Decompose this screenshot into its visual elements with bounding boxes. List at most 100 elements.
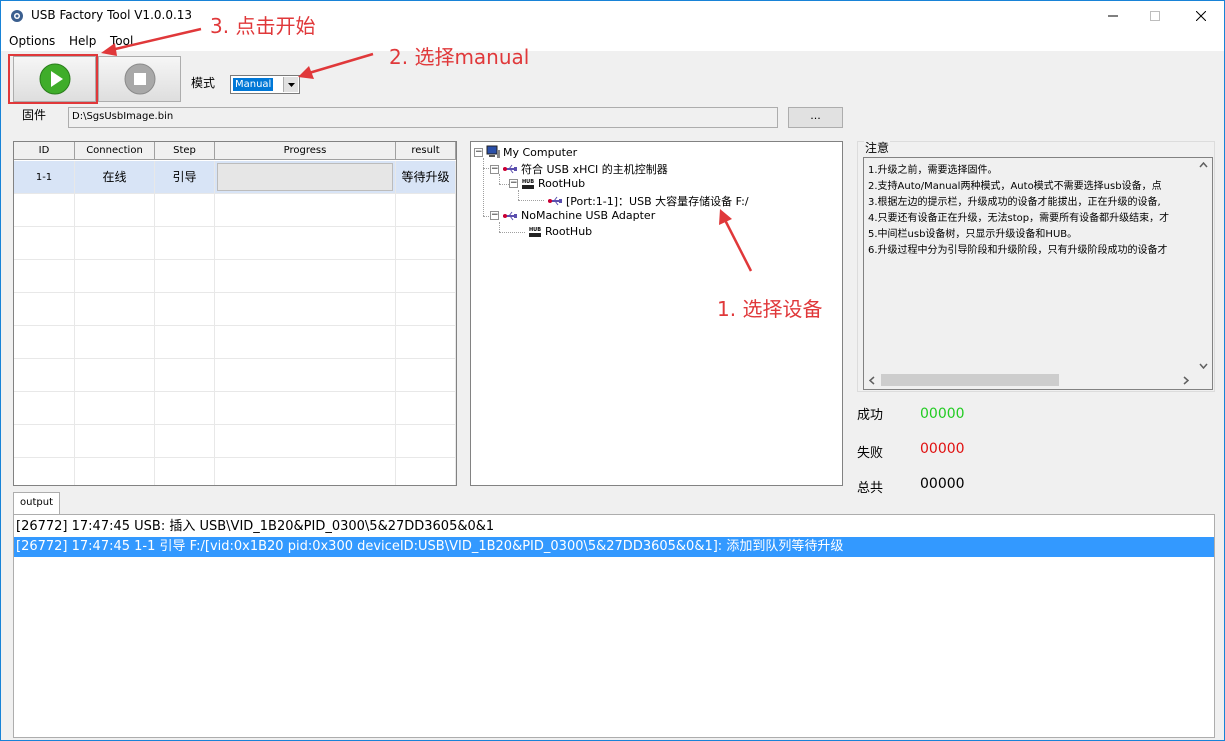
tree-node-controller-xhci[interactable]: − 符合 USB xHCI 的主机控制器 (490, 161, 668, 177)
close-button[interactable] (1178, 1, 1224, 31)
menu-tool[interactable]: Tool (110, 34, 133, 48)
column-header-step[interactable]: Step (155, 142, 215, 160)
note-line: 5.中间栏usb设备树，只显示升级设备和HUB。 (868, 229, 1078, 240)
start-highlight-box (8, 54, 98, 104)
firmware-path-field[interactable]: D:\SgsUsbImage.bin (68, 107, 778, 128)
cell-connection: 在线 (75, 161, 155, 194)
note-line: 4.只要还有设备正在升级，无法stop，需要所有设备都升级结束，才 (868, 213, 1170, 224)
mode-label: 模式 (191, 76, 216, 90)
notes-title: 注意 (864, 139, 891, 156)
column-header-progress[interactable]: Progress (215, 142, 396, 160)
note-line: 1.升级之前，需要选择固件。 (868, 165, 998, 176)
table-row (14, 227, 456, 260)
success-label: 成功 (857, 408, 884, 423)
fail-count: 00000 (920, 441, 965, 457)
collapse-toggle[interactable]: − (509, 179, 518, 188)
cell-result: 等待升级 (396, 161, 456, 194)
usb-icon (503, 211, 517, 220)
cell-progress (215, 161, 396, 194)
tree-label: NoMachine USB Adapter (521, 209, 656, 222)
menu-bar: Options Help Tool (1, 31, 1224, 51)
usb-icon (503, 164, 517, 174)
hub-icon: HUB (529, 227, 541, 237)
scroll-thumb[interactable] (881, 374, 1059, 386)
maximize-icon (1150, 11, 1160, 21)
table-row (14, 425, 456, 458)
cell-id: 1-1 (14, 161, 75, 194)
window-title: USB Factory Tool V1.0.0.13 (31, 8, 193, 22)
app-icon (11, 10, 23, 22)
svg-text:HUB: HUB (529, 227, 541, 233)
table-row (14, 458, 456, 485)
table-header: ID Connection Step Progress result (14, 142, 456, 160)
mode-select[interactable]: Manual (230, 75, 300, 94)
menu-options[interactable]: Options (9, 34, 55, 48)
annotation-step2: 2. 选择manual (389, 45, 530, 69)
menu-help[interactable]: Help (69, 34, 96, 48)
collapse-toggle[interactable]: − (474, 147, 483, 157)
tree-node-roothub-2[interactable]: HUB RootHub (528, 225, 592, 238)
computer-icon (486, 145, 500, 158)
column-header-connection[interactable]: Connection (75, 142, 155, 160)
annotation-step3: 3. 点击开始 (210, 14, 316, 38)
mode-dropdown-button[interactable] (283, 77, 298, 92)
mode-select-value: Manual (233, 78, 274, 91)
dropdown-arrow-icon (287, 82, 295, 87)
device-table: ID Connection Step Progress result 1-1 在… (13, 141, 457, 486)
fail-label: 失败 (857, 446, 884, 461)
table-row (14, 260, 456, 293)
cell-step: 引导 (155, 161, 215, 194)
tree-label: 符合 USB xHCI 的主机控制器 (521, 163, 668, 176)
table-row (14, 326, 456, 359)
table-row (14, 392, 456, 425)
tree-node-nomachine-adapter[interactable]: − NoMachine USB Adapter (490, 209, 655, 222)
notes-vertical-scrollbar[interactable] (1195, 158, 1212, 373)
close-icon (1196, 11, 1206, 21)
browse-button[interactable]: ... (788, 107, 843, 128)
tree-label: RootHub (545, 225, 593, 238)
table-row (14, 194, 456, 227)
output-log[interactable]: [26772] 17:47:45 USB: 插入 USB\VID_1B20&PI… (13, 514, 1215, 738)
note-line: 3.根据左边的提示栏，升级成功的设备才能拔出，正在升级的设备, (868, 197, 1161, 208)
stop-icon (124, 63, 155, 95)
tab-output[interactable]: output (13, 492, 60, 514)
toolbar (1, 51, 1224, 103)
table-row (14, 359, 456, 392)
maximize-button[interactable] (1132, 1, 1178, 31)
table-row (14, 293, 456, 326)
scroll-right-icon[interactable] (1183, 376, 1189, 385)
title-bar: USB Factory Tool V1.0.0.13 (1, 1, 1224, 31)
annotation-step1: 1. 选择设备 (717, 297, 823, 321)
usb-icon (548, 196, 562, 206)
scroll-up-icon[interactable] (1199, 162, 1208, 168)
note-line: 6.升级过程中分为引导阶段和升级阶段，只有升级阶段成功的设备才 (868, 245, 1168, 256)
tree-node-roothub-1[interactable]: − HUB RootHub (509, 177, 585, 190)
tree-label: [Port:1-1]：USB 大容量存储设备 F:/ (566, 195, 749, 208)
log-line[interactable]: [26772] 17:47:45 USB: 插入 USB\VID_1B20&PI… (14, 517, 1214, 537)
tree-node-usb-storage-device[interactable]: [Port:1-1]：USB 大容量存储设备 F:/ (547, 193, 749, 209)
success-count: 00000 (920, 406, 965, 422)
progress-bar (217, 163, 393, 191)
scroll-left-icon[interactable] (869, 376, 875, 385)
notes-horizontal-scrollbar[interactable] (864, 372, 1212, 389)
hub-icon: HUB (522, 179, 534, 189)
tree-node-my-computer[interactable]: − My Computer (474, 145, 577, 159)
stop-button[interactable] (98, 56, 181, 102)
total-label: 总共 (857, 481, 884, 496)
minimize-icon (1108, 15, 1118, 17)
tree-label: My Computer (503, 145, 578, 159)
total-count: 00000 (920, 476, 965, 492)
collapse-toggle[interactable]: − (490, 211, 499, 220)
column-header-id[interactable]: ID (14, 142, 75, 160)
firmware-label: 固件 (22, 108, 47, 122)
app-window: USB Factory Tool V1.0.0.13 Options Help … (0, 0, 1225, 741)
scroll-down-icon[interactable] (1199, 363, 1208, 369)
log-line-selected[interactable]: [26772] 17:47:45 1-1 引导 F:/[vid:0x1B20 p… (14, 537, 1214, 557)
minimize-button[interactable] (1090, 1, 1136, 31)
collapse-toggle[interactable]: − (490, 164, 499, 174)
tree-label: RootHub (538, 177, 586, 190)
svg-text:HUB: HUB (522, 179, 534, 185)
column-header-result[interactable]: result (396, 142, 456, 160)
notes-textbox[interactable]: 1.升级之前，需要选择固件。 2.支持Auto/Manual两种模式，Auto模… (863, 157, 1213, 390)
table-row[interactable]: 1-1 在线 引导 等待升级 (14, 161, 456, 194)
